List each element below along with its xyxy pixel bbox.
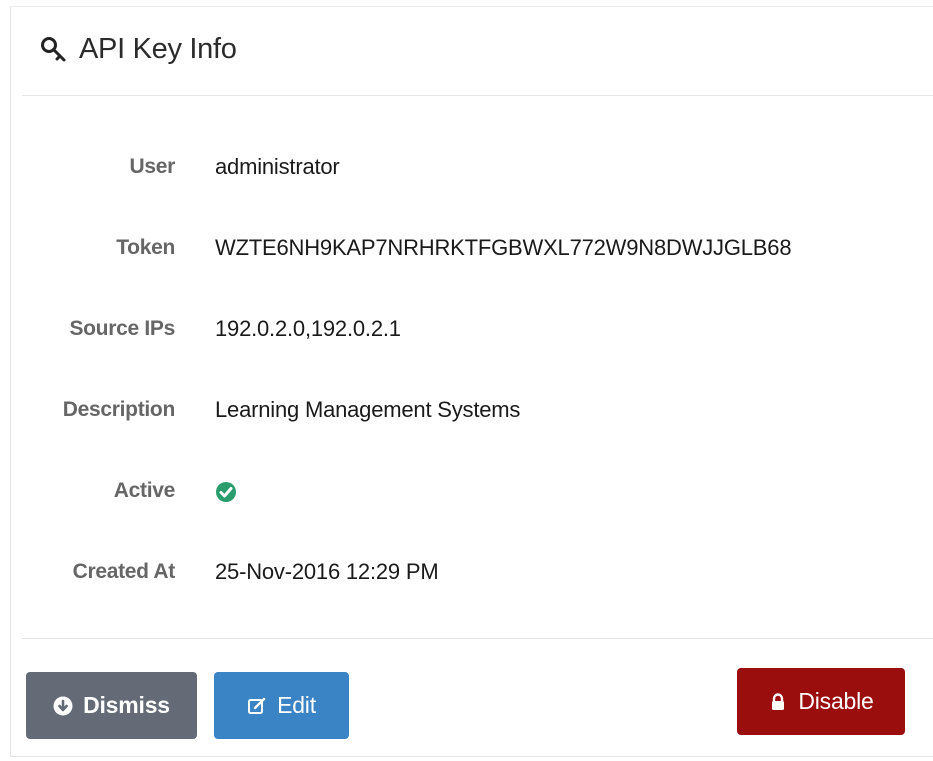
- field-value-source-ips: 192.0.2.0,192.0.2.1: [215, 316, 401, 341]
- field-value-description: Learning Management Systems: [215, 397, 521, 422]
- field-row-source-ips: Source IPs 192.0.2.0,192.0.2.1: [0, 314, 401, 344]
- key-icon: [41, 37, 66, 62]
- field-label-description: Description: [62, 398, 176, 421]
- edit-icon: [248, 697, 266, 714]
- dismiss-button[interactable]: Dismiss: [26, 672, 197, 739]
- field-label-active: Active: [113, 479, 176, 502]
- arrow-down-circle-icon: [53, 696, 73, 715]
- api-key-info-panel: API Key Info: [10, 6, 933, 757]
- edit-button-label: Edit: [277, 692, 316, 718]
- field-row-active: Active: [0, 476, 237, 506]
- footer-divider: [22, 638, 933, 639]
- field-label-user: User: [129, 155, 176, 178]
- dismiss-button-label: Dismiss: [83, 692, 170, 718]
- field-value-token: WZTE6NH9KAP7NRHRKTFGBWXL772W9N8DWJJGLB68: [215, 235, 792, 260]
- check-circle-icon: [216, 482, 236, 503]
- page-title: API Key Info: [79, 32, 237, 65]
- disable-button-label: Disable: [798, 688, 874, 714]
- header-divider: [22, 95, 933, 96]
- edit-button[interactable]: Edit: [214, 672, 349, 739]
- field-row-user: User administrator: [0, 152, 340, 182]
- field-label-created-at: Created At: [72, 560, 176, 583]
- field-row-token: Token WZTE6NH9KAP7NRHRKTFGBWXL772W9N8DWJ…: [0, 233, 791, 263]
- disable-button[interactable]: Disable: [737, 668, 905, 735]
- field-row-description: Description Learning Management Systems: [0, 395, 521, 425]
- panel-header: API Key Info: [39, 29, 237, 69]
- lock-icon: [772, 692, 785, 710]
- field-row-created-at: Created At 25-Nov-2016 12:29 PM: [0, 557, 439, 587]
- field-value-active: [215, 478, 237, 504]
- field-value-user: administrator: [215, 154, 340, 179]
- field-value-created-at: 25-Nov-2016 12:29 PM: [215, 559, 439, 584]
- field-label-source-ips: Source IPs: [69, 317, 175, 340]
- field-label-token: Token: [116, 236, 175, 259]
